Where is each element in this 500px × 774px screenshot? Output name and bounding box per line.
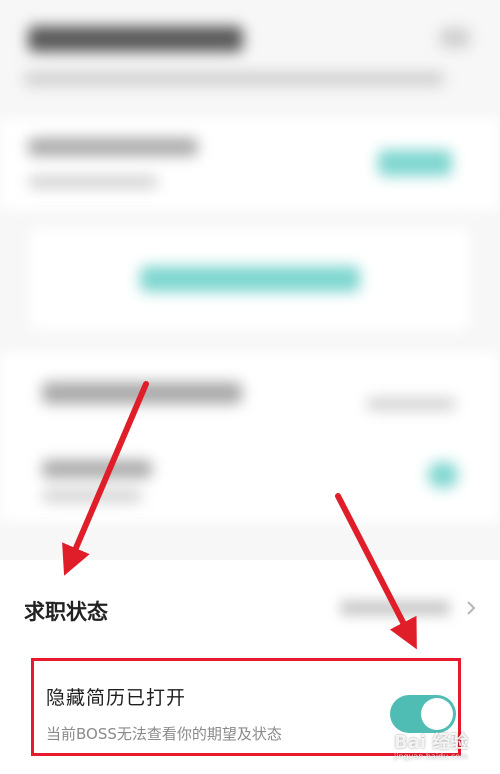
arrow-to-job-status xyxy=(62,381,149,576)
baidu-jingyan-watermark: Bai 经验 jingyan.baidu.com xyxy=(394,728,494,772)
watermark-sub: jingyan.baidu.com xyxy=(394,752,468,761)
annotation-arrows xyxy=(62,381,417,650)
watermark-text: Bai 经验 xyxy=(394,732,469,753)
arrow-to-toggle xyxy=(335,493,417,650)
